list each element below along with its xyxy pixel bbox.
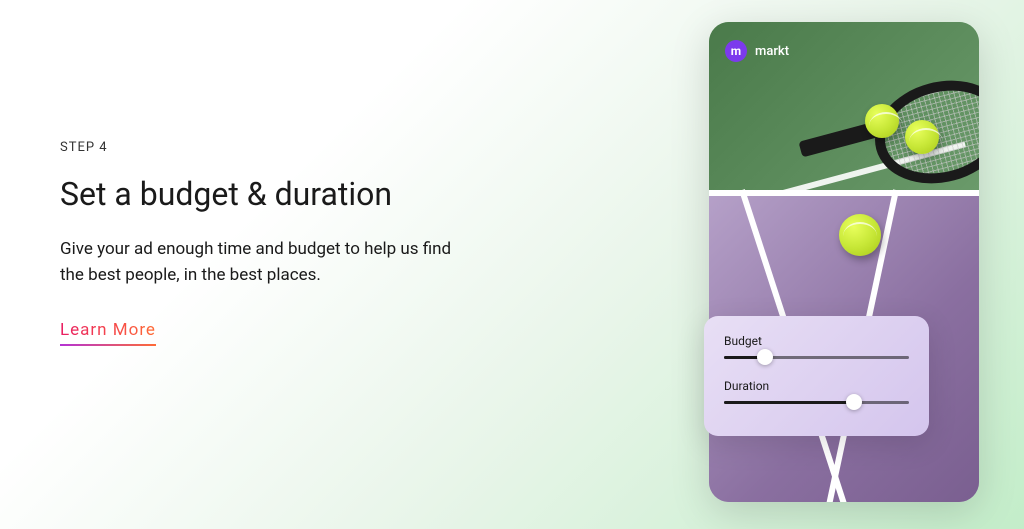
budget-label: Budget (724, 334, 909, 348)
budget-duration-panel: Budget Duration (704, 316, 929, 436)
budget-slider[interactable] (724, 356, 909, 359)
learn-more-link[interactable]: Learn More (60, 320, 156, 346)
tennis-ball (865, 104, 899, 138)
step-label: STEP 4 (60, 140, 460, 155)
description: Give your ad enough time and budget to h… (60, 237, 460, 288)
text-content: STEP 4 Set a budget & duration Give your… (60, 140, 460, 346)
duration-slider-thumb[interactable] (846, 394, 862, 410)
duration-slider-group: Duration (724, 379, 909, 404)
budget-slider-thumb[interactable] (757, 349, 773, 365)
heading: Set a budget & duration (60, 175, 460, 213)
duration-slider-fill (724, 401, 854, 404)
tennis-ball (905, 120, 939, 154)
budget-slider-group: Budget (724, 334, 909, 359)
duration-label: Duration (724, 379, 909, 393)
brand-badge: m markt (725, 40, 789, 62)
brand-name: markt (755, 44, 789, 59)
brand-icon: m (725, 40, 747, 62)
tennis-ball (839, 214, 881, 256)
duration-slider[interactable] (724, 401, 909, 404)
